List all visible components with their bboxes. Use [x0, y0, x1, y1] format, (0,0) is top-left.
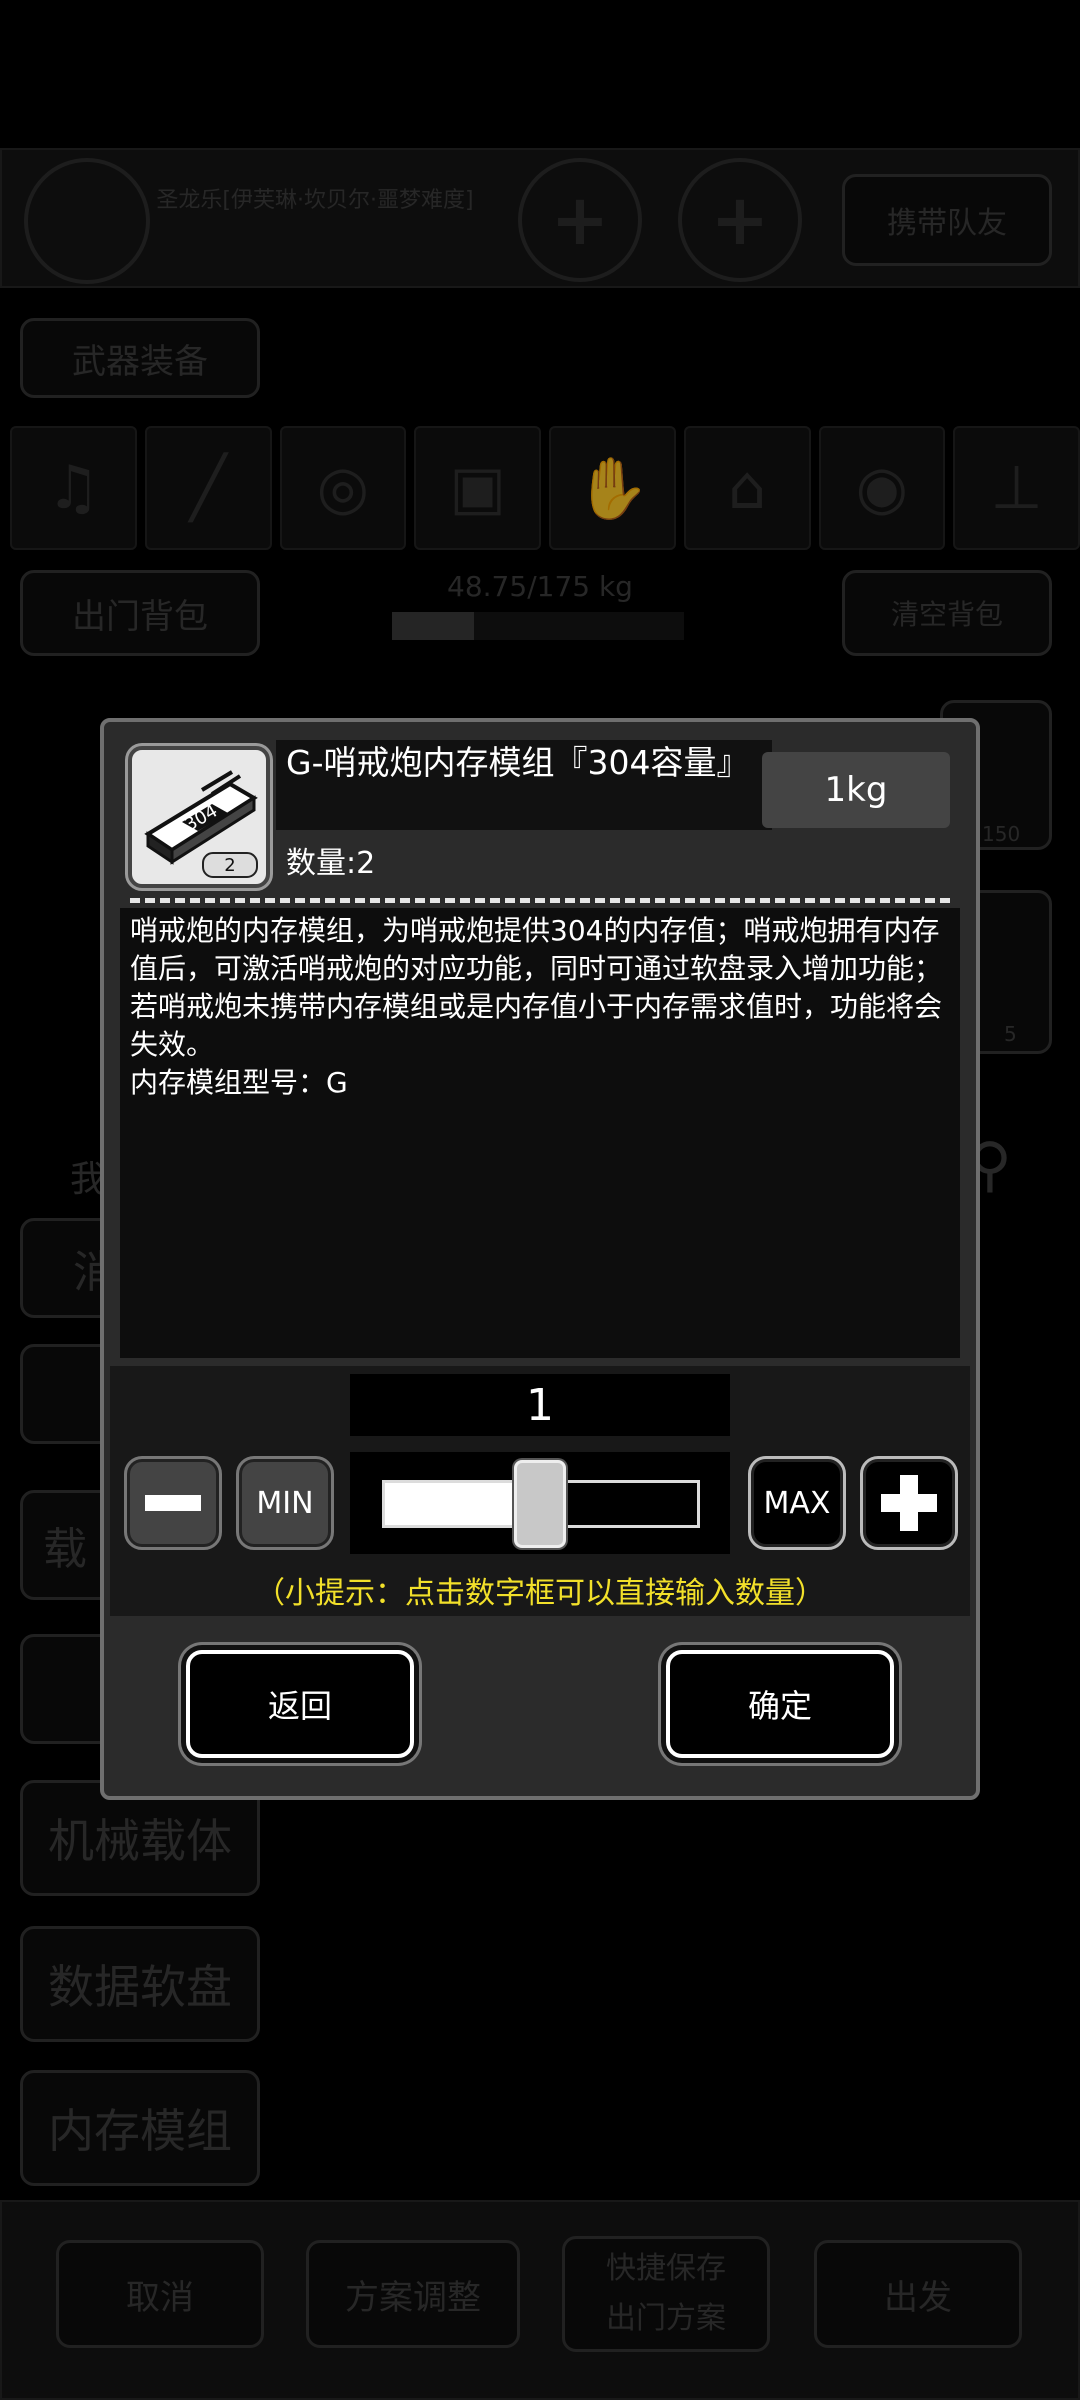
confirm-button[interactable]: 确定 [666, 1650, 894, 1758]
item-icon-count: 2 [202, 852, 258, 878]
divider [130, 898, 950, 903]
minus-icon [145, 1495, 201, 1511]
plus-icon [881, 1475, 937, 1531]
max-button[interactable]: MAX [748, 1456, 846, 1550]
item-name: G-哨戒炮内存模组『304容量』 [286, 743, 750, 782]
min-button[interactable]: MIN [236, 1456, 334, 1550]
input-tip: （小提示：点击数字框可以直接输入数量） [255, 1576, 825, 1611]
quantity-input[interactable]: 1 [350, 1374, 730, 1436]
item-icon: 304 2 [128, 746, 270, 888]
owned-quantity: 数量:2 [286, 846, 376, 881]
back-button[interactable]: 返回 [186, 1650, 414, 1758]
item-weight: 1kg [762, 752, 950, 828]
decrease-button[interactable] [124, 1456, 222, 1550]
increase-button[interactable] [860, 1456, 958, 1550]
item-description: 哨戒炮的内存模组，为哨戒炮提供304的内存值；哨戒炮拥有内存值后，可激活哨戒炮的… [130, 914, 943, 1099]
slider-thumb[interactable] [514, 1460, 566, 1548]
